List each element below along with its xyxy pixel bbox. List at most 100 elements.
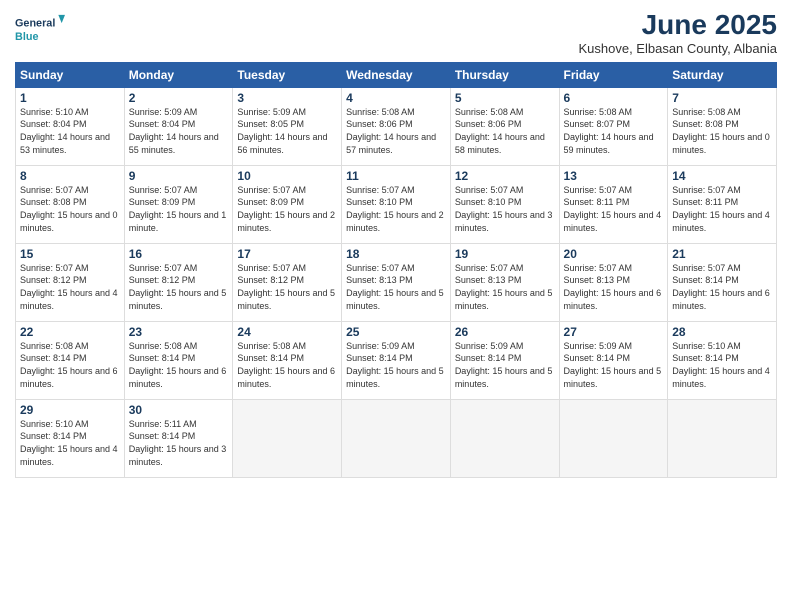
svg-text:Blue: Blue xyxy=(15,31,38,43)
calendar-day-9: 9 Sunrise: 5:07 AMSunset: 8:09 PMDayligh… xyxy=(124,165,233,243)
calendar-day-28: 28 Sunrise: 5:10 AMSunset: 8:14 PMDaylig… xyxy=(668,321,777,399)
day-number: 27 xyxy=(564,325,664,339)
day-number: 4 xyxy=(346,91,446,105)
day-number: 1 xyxy=(20,91,120,105)
day-info: Sunrise: 5:11 AMSunset: 8:14 PMDaylight:… xyxy=(129,419,227,467)
logo: General Blue xyxy=(15,10,65,48)
calendar-header-wednesday: Wednesday xyxy=(342,62,451,87)
calendar-header-saturday: Saturday xyxy=(668,62,777,87)
day-info: Sunrise: 5:07 AMSunset: 8:11 PMDaylight:… xyxy=(672,185,770,233)
calendar-header-sunday: Sunday xyxy=(16,62,125,87)
day-info: Sunrise: 5:07 AMSunset: 8:09 PMDaylight:… xyxy=(237,185,335,233)
day-info: Sunrise: 5:07 AMSunset: 8:14 PMDaylight:… xyxy=(672,263,770,311)
calendar-week-5: 29 Sunrise: 5:10 AMSunset: 8:14 PMDaylig… xyxy=(16,399,777,477)
calendar-week-3: 15 Sunrise: 5:07 AMSunset: 8:12 PMDaylig… xyxy=(16,243,777,321)
day-number: 20 xyxy=(564,247,664,261)
day-number: 3 xyxy=(237,91,337,105)
day-number: 25 xyxy=(346,325,446,339)
calendar-day-18: 18 Sunrise: 5:07 AMSunset: 8:13 PMDaylig… xyxy=(342,243,451,321)
calendar-day-empty xyxy=(559,399,668,477)
svg-text:General: General xyxy=(15,18,55,30)
calendar-table: SundayMondayTuesdayWednesdayThursdayFrid… xyxy=(15,62,777,478)
day-number: 23 xyxy=(129,325,229,339)
header: General Blue June 2025 Kushove, Elbasan … xyxy=(15,10,777,56)
day-number: 8 xyxy=(20,169,120,183)
day-info: Sunrise: 5:08 AMSunset: 8:06 PMDaylight:… xyxy=(455,107,545,155)
day-number: 24 xyxy=(237,325,337,339)
day-number: 22 xyxy=(20,325,120,339)
day-info: Sunrise: 5:10 AMSunset: 8:04 PMDaylight:… xyxy=(20,107,110,155)
calendar-week-1: 1 Sunrise: 5:10 AMSunset: 8:04 PMDayligh… xyxy=(16,87,777,165)
calendar-day-empty xyxy=(450,399,559,477)
day-number: 9 xyxy=(129,169,229,183)
calendar-day-11: 11 Sunrise: 5:07 AMSunset: 8:10 PMDaylig… xyxy=(342,165,451,243)
day-info: Sunrise: 5:09 AMSunset: 8:14 PMDaylight:… xyxy=(346,341,444,389)
day-info: Sunrise: 5:07 AMSunset: 8:13 PMDaylight:… xyxy=(564,263,662,311)
day-number: 7 xyxy=(672,91,772,105)
day-info: Sunrise: 5:07 AMSunset: 8:09 PMDaylight:… xyxy=(129,185,227,233)
day-number: 21 xyxy=(672,247,772,261)
day-number: 16 xyxy=(129,247,229,261)
calendar-day-5: 5 Sunrise: 5:08 AMSunset: 8:06 PMDayligh… xyxy=(450,87,559,165)
title-area: June 2025 Kushove, Elbasan County, Alban… xyxy=(578,10,777,56)
calendar-day-20: 20 Sunrise: 5:07 AMSunset: 8:13 PMDaylig… xyxy=(559,243,668,321)
day-number: 29 xyxy=(20,403,120,417)
calendar-header-tuesday: Tuesday xyxy=(233,62,342,87)
day-info: Sunrise: 5:07 AMSunset: 8:12 PMDaylight:… xyxy=(237,263,335,311)
day-info: Sunrise: 5:08 AMSunset: 8:14 PMDaylight:… xyxy=(129,341,227,389)
calendar-week-4: 22 Sunrise: 5:08 AMSunset: 8:14 PMDaylig… xyxy=(16,321,777,399)
calendar-day-4: 4 Sunrise: 5:08 AMSunset: 8:06 PMDayligh… xyxy=(342,87,451,165)
day-info: Sunrise: 5:08 AMSunset: 8:07 PMDaylight:… xyxy=(564,107,654,155)
calendar-day-24: 24 Sunrise: 5:08 AMSunset: 8:14 PMDaylig… xyxy=(233,321,342,399)
day-info: Sunrise: 5:10 AMSunset: 8:14 PMDaylight:… xyxy=(672,341,770,389)
day-info: Sunrise: 5:09 AMSunset: 8:14 PMDaylight:… xyxy=(564,341,662,389)
month-title: June 2025 xyxy=(578,10,777,41)
calendar-day-26: 26 Sunrise: 5:09 AMSunset: 8:14 PMDaylig… xyxy=(450,321,559,399)
day-info: Sunrise: 5:07 AMSunset: 8:11 PMDaylight:… xyxy=(564,185,662,233)
calendar-day-19: 19 Sunrise: 5:07 AMSunset: 8:13 PMDaylig… xyxy=(450,243,559,321)
day-info: Sunrise: 5:09 AMSunset: 8:04 PMDaylight:… xyxy=(129,107,219,155)
day-number: 15 xyxy=(20,247,120,261)
day-number: 14 xyxy=(672,169,772,183)
day-number: 19 xyxy=(455,247,555,261)
calendar-day-17: 17 Sunrise: 5:07 AMSunset: 8:12 PMDaylig… xyxy=(233,243,342,321)
day-info: Sunrise: 5:10 AMSunset: 8:14 PMDaylight:… xyxy=(20,419,118,467)
calendar-header-row: SundayMondayTuesdayWednesdayThursdayFrid… xyxy=(16,62,777,87)
calendar-day-30: 30 Sunrise: 5:11 AMSunset: 8:14 PMDaylig… xyxy=(124,399,233,477)
calendar-day-1: 1 Sunrise: 5:10 AMSunset: 8:04 PMDayligh… xyxy=(16,87,125,165)
calendar-day-13: 13 Sunrise: 5:07 AMSunset: 8:11 PMDaylig… xyxy=(559,165,668,243)
day-number: 2 xyxy=(129,91,229,105)
calendar-day-16: 16 Sunrise: 5:07 AMSunset: 8:12 PMDaylig… xyxy=(124,243,233,321)
subtitle: Kushove, Elbasan County, Albania xyxy=(578,41,777,56)
day-info: Sunrise: 5:07 AMSunset: 8:13 PMDaylight:… xyxy=(346,263,444,311)
calendar-day-empty xyxy=(233,399,342,477)
day-number: 26 xyxy=(455,325,555,339)
calendar-day-15: 15 Sunrise: 5:07 AMSunset: 8:12 PMDaylig… xyxy=(16,243,125,321)
calendar-day-6: 6 Sunrise: 5:08 AMSunset: 8:07 PMDayligh… xyxy=(559,87,668,165)
calendar-day-29: 29 Sunrise: 5:10 AMSunset: 8:14 PMDaylig… xyxy=(16,399,125,477)
calendar-day-3: 3 Sunrise: 5:09 AMSunset: 8:05 PMDayligh… xyxy=(233,87,342,165)
day-info: Sunrise: 5:07 AMSunset: 8:08 PMDaylight:… xyxy=(20,185,118,233)
calendar-day-10: 10 Sunrise: 5:07 AMSunset: 8:09 PMDaylig… xyxy=(233,165,342,243)
calendar-day-empty xyxy=(668,399,777,477)
day-number: 12 xyxy=(455,169,555,183)
day-number: 10 xyxy=(237,169,337,183)
day-info: Sunrise: 5:07 AMSunset: 8:10 PMDaylight:… xyxy=(455,185,553,233)
day-number: 13 xyxy=(564,169,664,183)
calendar-day-21: 21 Sunrise: 5:07 AMSunset: 8:14 PMDaylig… xyxy=(668,243,777,321)
day-number: 30 xyxy=(129,403,229,417)
day-number: 5 xyxy=(455,91,555,105)
calendar-header-friday: Friday xyxy=(559,62,668,87)
calendar-day-2: 2 Sunrise: 5:09 AMSunset: 8:04 PMDayligh… xyxy=(124,87,233,165)
page: General Blue June 2025 Kushove, Elbasan … xyxy=(0,0,792,612)
calendar-day-12: 12 Sunrise: 5:07 AMSunset: 8:10 PMDaylig… xyxy=(450,165,559,243)
logo-svg: General Blue xyxy=(15,10,65,48)
calendar-day-22: 22 Sunrise: 5:08 AMSunset: 8:14 PMDaylig… xyxy=(16,321,125,399)
day-number: 28 xyxy=(672,325,772,339)
calendar-header-monday: Monday xyxy=(124,62,233,87)
day-info: Sunrise: 5:08 AMSunset: 8:06 PMDaylight:… xyxy=(346,107,436,155)
day-number: 11 xyxy=(346,169,446,183)
day-number: 18 xyxy=(346,247,446,261)
day-info: Sunrise: 5:09 AMSunset: 8:05 PMDaylight:… xyxy=(237,107,327,155)
day-info: Sunrise: 5:07 AMSunset: 8:12 PMDaylight:… xyxy=(129,263,227,311)
